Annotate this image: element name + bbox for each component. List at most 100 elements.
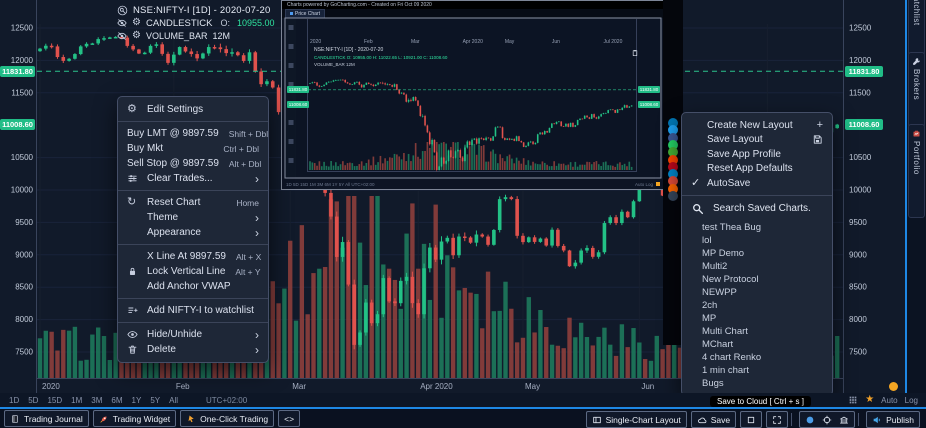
- menu-divider: [118, 121, 268, 122]
- svg-text:8000: 8000: [15, 315, 33, 324]
- timeframe-all[interactable]: All: [169, 396, 178, 405]
- taskbar-right-group: Single-Chart LayoutSave Publish: [582, 411, 920, 428]
- svg-text:9000: 9000: [15, 250, 33, 259]
- watchlist-add-icon: [127, 305, 138, 316]
- auto-scale-toggle[interactable]: Auto: [881, 396, 897, 405]
- saved-chart-1-min-chart[interactable]: 1 min chart: [682, 364, 832, 377]
- menu-item-buy-lmt-9897-59[interactable]: Buy LMT @ 9897.59Shift + Dbl: [118, 126, 268, 141]
- eye-off-icon[interactable]: [117, 31, 127, 41]
- svg-text:May: May: [525, 382, 540, 391]
- svg-text:10500: 10500: [11, 153, 34, 162]
- menu-item-delete[interactable]: Delete›: [118, 342, 268, 357]
- saved-chart-mp[interactable]: MP: [682, 312, 832, 325]
- timeframe-5d[interactable]: 5D: [28, 396, 38, 405]
- preview-ohlc-line: CANDLESTICK O: 10955.00 H: 11022.65 L: 1…: [314, 54, 447, 61]
- menu-item-theme[interactable]: Theme›: [118, 210, 268, 225]
- menu-item-sell-stop-9897-59[interactable]: Sell Stop @ 9897.59Alt + Dbl: [118, 156, 268, 171]
- gear-icon[interactable]: ⚙: [132, 31, 141, 41]
- menu-item-x-line-at-9897-59[interactable]: X Line At 9897.59Alt + X: [118, 249, 268, 264]
- gear-icon[interactable]: ⚙: [132, 18, 141, 28]
- menu-item-hide-unhide[interactable]: Hide/Unhide›: [118, 327, 268, 342]
- saved-chart-mp-demo[interactable]: MP Demo: [682, 247, 832, 260]
- menu-item-label: Add Anchor VWAP: [147, 281, 259, 292]
- layout-menu-item-save-app-profile[interactable]: Save App Profile: [682, 147, 832, 162]
- gear-icon: ⚙: [132, 18, 141, 28]
- timeframe-5y[interactable]: 5Y: [150, 396, 160, 405]
- sidebar-tab-brokers[interactable]: Brokers: [908, 52, 925, 128]
- favorite-star-icon[interactable]: ★: [865, 395, 874, 405]
- layout-menu-item-autosave[interactable]: ✓AutoSave: [682, 176, 832, 191]
- menu-divider: [118, 298, 268, 299]
- search-circled-icon[interactable]: [117, 5, 128, 16]
- trash-icon: [127, 344, 138, 355]
- single-chart-layout-button[interactable]: Single-Chart Layout: [586, 411, 687, 428]
- svg-text:Feb: Feb: [176, 382, 190, 391]
- saved-chart-4-chart-renko[interactable]: 4 chart Renko: [682, 351, 832, 364]
- bank-button[interactable]: [839, 415, 849, 425]
- circle-button[interactable]: [805, 415, 815, 425]
- menu-item-reset-chart[interactable]: ↻Reset ChartHome: [118, 195, 268, 210]
- expand-button[interactable]: [766, 411, 788, 428]
- layout-menu-item-create-new-layout[interactable]: Create New Layout+: [682, 118, 832, 133]
- menu-divider: [118, 190, 268, 191]
- menu-item-add-nifty-i-to-watchlist[interactable]: Add NIFTY-I to watchlist: [118, 303, 268, 318]
- timeframe-3m[interactable]: 3M: [91, 396, 102, 405]
- lock-icon: [127, 266, 138, 277]
- saved-chart-test-thea-bug[interactable]: test Thea Bug: [682, 221, 832, 234]
- menu-item-label: Appearance: [147, 227, 245, 238]
- eye-icon: [127, 329, 138, 340]
- cloud-icon: [697, 415, 707, 425]
- eye-off-icon[interactable]: [117, 18, 127, 28]
- menu-item-add-anchor-vwap[interactable]: Add Anchor VWAP: [118, 279, 268, 294]
- saved-chart-multi2[interactable]: Multi2: [682, 260, 832, 273]
- saved-chart-2ch[interactable]: 2ch: [682, 299, 832, 312]
- share-tumblr-icon[interactable]: [668, 191, 678, 201]
- taskbar-left-group: Trading JournalTrading WidgetOne-Click T…: [0, 410, 300, 427]
- search-saved-charts-input[interactable]: [711, 202, 825, 215]
- save-button[interactable]: Save: [691, 411, 736, 428]
- menu-item-lock-vertical-line[interactable]: Lock Vertical LineAlt + Y: [118, 264, 268, 279]
- timeframe-6m[interactable]: 6M: [111, 396, 122, 405]
- floppy-icon: [812, 134, 823, 145]
- menu-item-edit-settings[interactable]: ⚙Edit Settings: [118, 102, 268, 117]
- log-scale-toggle[interactable]: Log: [905, 396, 918, 405]
- expand-icon: [772, 415, 782, 425]
- menu-item-label: Theme: [147, 212, 245, 223]
- timeframe-1d[interactable]: 1D: [9, 396, 19, 405]
- megaphone-icon: [872, 415, 882, 425]
- sidebar-tab-portfolio[interactable]: Portfolio: [908, 124, 925, 218]
- saved-chart-mchart[interactable]: MChart: [682, 338, 832, 351]
- timezone-selector[interactable]: UTC+02:00: [206, 396, 247, 405]
- one-click-trading-button[interactable]: One-Click Trading: [180, 410, 274, 427]
- menu-item-buy-mkt[interactable]: Buy MktCtrl + Dbl: [118, 141, 268, 156]
- trading-journal-button[interactable]: Trading Journal: [4, 410, 89, 427]
- menu-item-clear-trades[interactable]: Clear Trades...›: [118, 171, 268, 186]
- timeframe-15d[interactable]: 15D: [47, 396, 62, 405]
- publish-button[interactable]: Publish: [866, 411, 920, 428]
- preview-footer: 1D 5D 15D 1M 3M 6M 1Y 5Y All UTC+02:00 A…: [286, 180, 660, 188]
- saved-chart-newpp[interactable]: NEWPP: [682, 286, 832, 299]
- sidebar-tab-watchlist[interactable]: Watchlist: [908, 0, 925, 56]
- grid-icon[interactable]: [848, 395, 858, 405]
- saved-chart-lol[interactable]: lol: [682, 234, 832, 247]
- layout-menu-item-reset-app-defaults[interactable]: Reset App Defaults: [682, 162, 832, 177]
- menu-item-label: Lock Vertical Line: [147, 266, 225, 277]
- timeframe-1y[interactable]: 1Y: [132, 396, 142, 405]
- preview-timeframes: 1D 5D 15D 1M 3M 6M 1Y 5Y All UTC+02:00: [286, 182, 375, 187]
- menu-item-appearance[interactable]: Appearance›: [118, 225, 268, 240]
- square-button[interactable]: [740, 411, 762, 428]
- -button[interactable]: <>: [278, 410, 300, 427]
- menu-item-label: Buy LMT @ 9897.59: [127, 128, 219, 139]
- saved-chart-multi-chart[interactable]: Multi Chart: [682, 325, 832, 338]
- eye-off-icon: [117, 31, 127, 41]
- layout-menu-item-save-layout[interactable]: Save Layout: [682, 133, 832, 148]
- saved-chart-new-protocol[interactable]: New Protocol: [682, 273, 832, 286]
- target-button[interactable]: [822, 415, 832, 425]
- check-icon: ✓: [691, 178, 700, 189]
- svg-text:8000: 8000: [849, 315, 867, 324]
- timeframe-1m[interactable]: 1M: [71, 396, 82, 405]
- scale-controls: ★ Auto Log: [848, 393, 918, 407]
- clipboard-icon[interactable]: [631, 49, 639, 57]
- saved-chart-bugs[interactable]: Bugs: [682, 377, 832, 390]
- trading-widget-button[interactable]: Trading Widget: [93, 410, 176, 427]
